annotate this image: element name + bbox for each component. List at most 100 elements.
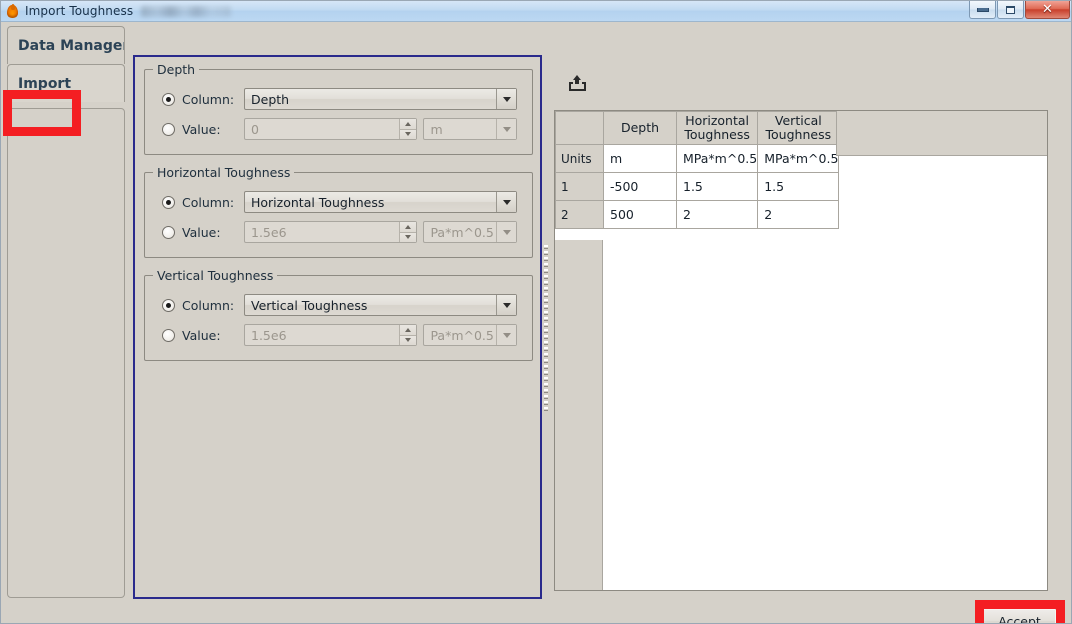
preview-table[interactable]: Depth Horizontal Toughness Vertical Toug… [554,110,1048,591]
combo-value: Vertical Toughness [251,297,368,313]
column-header-depth[interactable]: Depth [603,111,677,145]
cell-vertical-toughness[interactable]: MPa*m^0.5 [757,144,840,173]
depth-value-row: Value: 0 m [162,118,517,140]
table-header-row: Depth Horizontal Toughness Vertical Toug… [555,111,840,145]
table-header-filler [836,111,1047,156]
tab-label: Data Manager [18,37,125,54]
flame-icon [5,3,20,19]
horizontal-value-stepper[interactable]: 1.5e6 [244,221,418,243]
vertical-value-label: Value: [182,327,221,343]
cell-horizontal-toughness[interactable]: 2 [675,200,759,229]
horizontal-unit-combo[interactable]: Pa*m^0.5 [423,221,517,243]
vertical-column-radio[interactable] [162,298,175,312]
vertical-column-label: Column: [182,297,235,313]
row-header[interactable]: 1 [555,172,604,201]
close-button[interactable]: ✕ [1025,1,1070,19]
table-grid: Depth Horizontal Toughness Vertical Toug… [555,111,840,229]
cell-depth[interactable]: m [603,144,677,173]
combo-value: Depth [251,91,290,107]
stepper-down-icon[interactable] [400,128,417,139]
window-title-redacted-text [141,5,232,17]
close-icon: ✕ [1042,2,1053,17]
table-row[interactable]: Units m MPa*m^0.5 MPa*m^0.5 [555,144,840,173]
group-title: Horizontal Toughness [153,165,295,180]
window-controls: ✕ [968,1,1070,21]
depth-column-row: Column: Depth [162,88,517,110]
row-header[interactable]: Units [555,144,604,173]
horizontal-value-label: Value: [182,224,221,240]
chevron-down-icon[interactable] [496,295,516,315]
maximize-icon [1006,5,1015,14]
group-depth: Depth Column: Depth Value: 0 m [144,62,533,155]
table-row[interactable]: 2 500 2 2 [555,200,840,229]
depth-column-radio[interactable] [162,92,175,106]
sidebar-item-data-manager[interactable]: Data Manager [7,26,125,64]
load-file-button[interactable] [564,70,590,96]
horizontal-column-combo[interactable]: Horizontal Toughness [244,191,517,213]
tab-content-panel [7,108,125,598]
window-titlebar[interactable]: Import Toughness ✕ [1,1,1071,22]
chevron-down-icon[interactable] [496,192,516,212]
splitter-grip[interactable] [544,245,548,413]
row-header[interactable]: 2 [555,200,604,229]
depth-value-radio[interactable] [162,122,175,136]
vertical-value-row: Value: 1.5e6 Pa*m^0.5 [162,324,517,346]
minimize-icon [976,7,989,12]
stepper-down-icon[interactable] [400,231,417,242]
horizontal-column-row: Column: Horizontal Toughness [162,191,517,213]
window-title: Import Toughness [25,4,134,18]
stepper-down-icon[interactable] [400,334,417,345]
table-rowheader-filler [555,240,603,590]
table-row[interactable]: 1 -500 1.5 1.5 [555,172,840,201]
chevron-down-icon[interactable] [496,89,516,109]
cell-vertical-toughness[interactable]: 1.5 [757,172,840,201]
combo-value: Pa*m^0.5 [430,224,494,240]
group-title: Vertical Toughness [153,268,278,283]
depth-unit-combo[interactable]: m [423,118,517,140]
window-body: Data Manager Import Depth Column: Depth [1,22,1071,623]
vertical-column-combo[interactable]: Vertical Toughness [244,294,517,316]
stepper-up-icon[interactable] [400,222,417,232]
depth-value-label: Value: [182,121,221,137]
stepper-up-icon[interactable] [400,325,417,335]
group-title: Depth [153,62,200,77]
combo-value: Horizontal Toughness [251,194,385,210]
depth-value-stepper[interactable]: 0 [244,118,418,140]
stepper-buttons [399,325,417,345]
vertical-value-stepper[interactable]: 1.5e6 [244,324,418,346]
upload-icon [568,74,586,92]
tab-label: Import [18,75,72,92]
accept-button[interactable]: Accept [982,608,1057,623]
vertical-value-radio[interactable] [162,328,175,342]
maximize-button[interactable] [997,1,1024,19]
horizontal-value-radio[interactable] [162,225,175,239]
depth-column-combo[interactable]: Depth [244,88,517,110]
stepper-value: 1.5e6 [251,224,287,240]
column-header-vertical-toughness[interactable]: Vertical Toughness [757,111,840,145]
sidebar-item-import[interactable]: Import [7,64,125,102]
cell-vertical-toughness[interactable]: 2 [757,200,840,229]
table-corner-cell[interactable] [555,111,604,145]
depth-column-label: Column: [182,91,235,107]
horizontal-column-radio[interactable] [162,195,175,209]
column-header-horizontal-toughness[interactable]: Horizontal Toughness [675,111,759,145]
cell-horizontal-toughness[interactable]: MPa*m^0.5 [675,144,759,173]
chevron-down-icon[interactable] [496,325,516,345]
combo-value: Pa*m^0.5 [430,327,494,343]
horizontal-value-row: Value: 1.5e6 Pa*m^0.5 [162,221,517,243]
stepper-up-icon[interactable] [400,119,417,129]
vertical-unit-combo[interactable]: Pa*m^0.5 [423,324,517,346]
group-vertical-toughness: Vertical Toughness Column: Vertical Toug… [144,268,533,361]
left-tabstrip: Data Manager Import [1,26,125,102]
stepper-value: 1.5e6 [251,327,287,343]
combo-value: m [430,121,443,137]
chevron-down-icon[interactable] [496,119,516,139]
cell-depth[interactable]: -500 [603,172,677,201]
horizontal-column-label: Column: [182,194,235,210]
chevron-down-icon[interactable] [496,222,516,242]
group-horizontal-toughness: Horizontal Toughness Column: Horizontal … [144,165,533,258]
panel-splitter[interactable] [542,55,550,599]
cell-horizontal-toughness[interactable]: 1.5 [675,172,759,201]
minimize-button[interactable] [969,1,996,19]
cell-depth[interactable]: 500 [603,200,677,229]
